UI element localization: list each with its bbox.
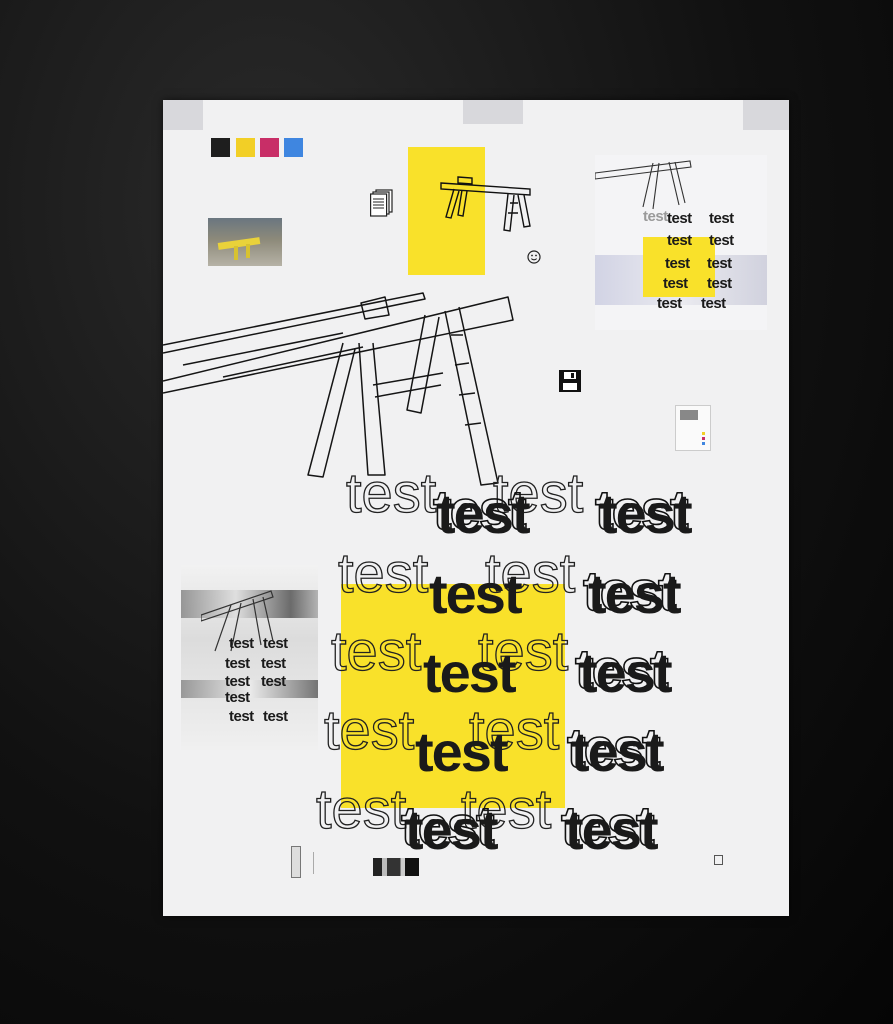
- collage-word: test: [263, 708, 288, 725]
- collage-top-right: test test test test test test test test …: [595, 155, 767, 330]
- collage-word: test: [643, 208, 668, 225]
- collage-word: test: [261, 655, 286, 672]
- bold-word: test: [423, 641, 517, 704]
- collage-word: test: [665, 255, 690, 272]
- document-stack-icon: [370, 189, 393, 217]
- swatch-magenta: [260, 138, 279, 157]
- mini-poster-icon: [675, 405, 711, 451]
- collage-word: test: [709, 210, 734, 227]
- swatch-black: [211, 138, 230, 157]
- footer-mark: [714, 855, 723, 865]
- sawhorse-drawing-small: [440, 176, 531, 232]
- collage-word: test: [229, 708, 254, 725]
- bold-word: test: [437, 482, 531, 545]
- swatch-blue: [284, 138, 303, 157]
- collage-word: test: [707, 255, 732, 272]
- outline-word: test: [345, 461, 437, 524]
- collage-word: test: [225, 689, 250, 706]
- collage-word: test: [701, 295, 726, 312]
- collage-word: test: [667, 232, 692, 249]
- collage-word: test: [225, 655, 250, 672]
- outline-word: test: [323, 698, 415, 761]
- sawhorse-drawing-large: [163, 292, 514, 486]
- collage-word: test: [667, 210, 692, 227]
- outline-word: test: [315, 777, 407, 840]
- collage-left: test test test test test test test test …: [181, 565, 318, 750]
- swatch-yellow: [236, 138, 255, 157]
- collage-word: test: [261, 673, 286, 690]
- footer-mark: [373, 858, 419, 876]
- bold-word: test: [588, 562, 682, 625]
- collage-word: test: [663, 275, 688, 292]
- bold-word: test: [565, 798, 659, 861]
- collage-word: test: [709, 232, 734, 249]
- collage-word: test: [225, 673, 250, 690]
- bold-word: test: [579, 641, 673, 704]
- footer-mark: [313, 852, 350, 874]
- collage-word: test: [707, 275, 732, 292]
- outline-word: test: [337, 541, 429, 604]
- collage-word: test: [263, 635, 288, 652]
- smiley-icon: [527, 250, 541, 264]
- floppy-disk-icon: [559, 370, 581, 392]
- bold-word: test: [571, 720, 665, 783]
- bold-word: test: [405, 798, 499, 861]
- poster-sheet: test test test test test test test test …: [163, 100, 789, 916]
- tape-mark: [163, 100, 203, 130]
- bold-word: test: [415, 720, 509, 783]
- collage-word: test: [657, 295, 682, 312]
- outline-word: test: [330, 619, 422, 682]
- bold-word: test: [599, 482, 693, 545]
- sawhorse-photo-thumb: [208, 218, 282, 266]
- footer-mark: [291, 846, 301, 878]
- tape-mark: [743, 100, 789, 130]
- collage-word: test: [229, 635, 254, 652]
- bold-word: test: [429, 562, 523, 625]
- tape-mark: [463, 100, 523, 124]
